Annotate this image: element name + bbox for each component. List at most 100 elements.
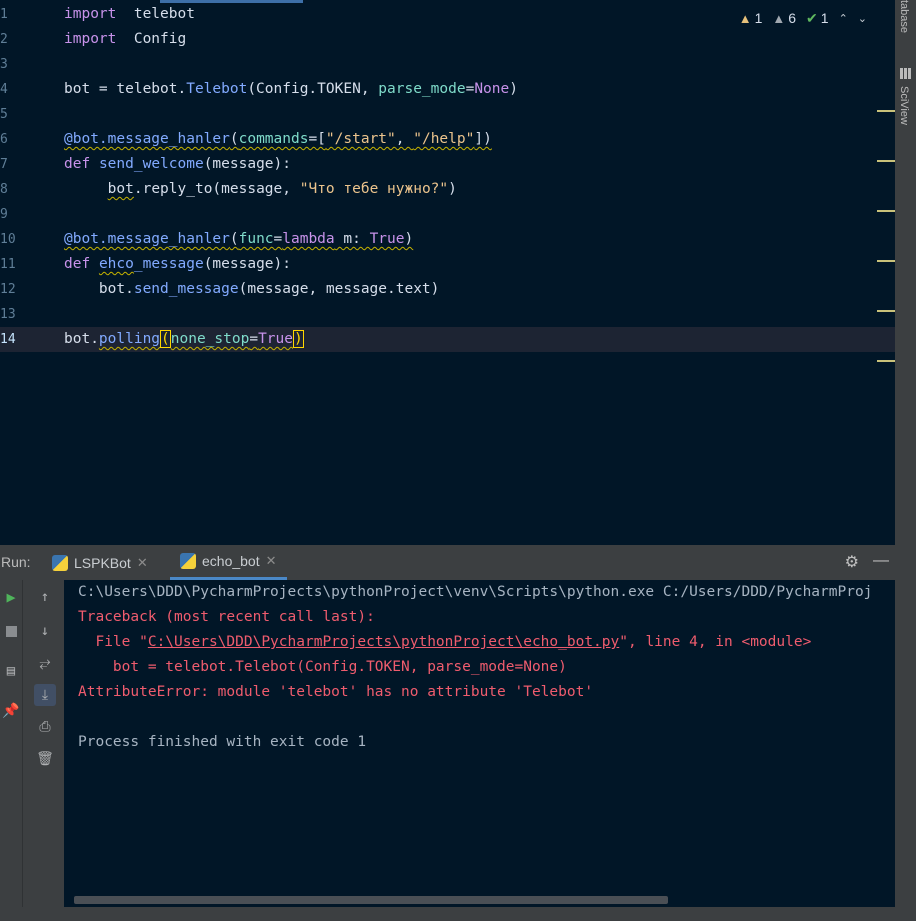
code-token: bot.	[64, 331, 99, 347]
warning-icon: ▲	[738, 10, 752, 26]
line-number: 9	[0, 207, 8, 222]
trash-icon: 🗑	[36, 751, 54, 767]
line-number: 3	[0, 57, 8, 72]
close-icon[interactable]: ✕	[266, 553, 277, 569]
console-file-line: File "C:\Users\DDD\PycharmProjects\pytho…	[78, 630, 811, 655]
stripe-mark[interactable]	[877, 310, 895, 312]
code-token: parse_mode	[378, 81, 466, 97]
code-text: @bot.message_hanler(func=lambda m: True)	[64, 227, 413, 252]
code-token: (	[229, 131, 239, 147]
clear-button[interactable]: 🗑	[34, 748, 56, 770]
code-editor[interactable]: 1 import telebot 2 import Config 3 4 bot = tel…	[0, 0, 895, 545]
code-token: def	[64, 256, 91, 272]
status-bar	[0, 907, 895, 921]
code-line[interactable]: 7 def send_welcome(message):	[0, 152, 895, 177]
layout-icon: ▤	[6, 663, 16, 679]
scroll-to-end-button[interactable]: ⤓	[34, 684, 56, 706]
code-token: ,	[395, 131, 414, 147]
code-line[interactable]: 4 bot = telebot.Telebot(Config.TOKEN, par…	[0, 77, 895, 102]
code-line[interactable]: 14 bot.polling(none_stop=True)	[0, 327, 895, 352]
line-number: 12	[0, 282, 16, 297]
stripe-mark[interactable]	[877, 210, 895, 212]
chevron-down-icon[interactable]: ⌄	[858, 12, 867, 25]
database-tool-button[interactable]: tabase	[898, 0, 910, 33]
typo-check-icon: ✔	[806, 9, 818, 26]
code-line[interactable]: 3	[0, 52, 895, 77]
soft-wrap-button[interactable]: ⥂	[34, 652, 56, 674]
stripe-mark[interactable]	[877, 260, 895, 262]
code-token: True	[258, 331, 293, 347]
code-token: =	[273, 231, 283, 247]
run-console[interactable]: C:\Users\DDD\PycharmProjects\pythonProje…	[64, 580, 895, 907]
code-token: "/start"	[325, 131, 396, 147]
code-text: @bot.message_hanler(commands=["/start", …	[64, 127, 492, 152]
line-number: 4	[0, 82, 8, 97]
run-label: Run:	[1, 554, 31, 570]
right-tool-strip: tabase SciView	[895, 0, 916, 921]
weak-warning-icon: ▲	[772, 10, 786, 26]
code-token: bot	[107, 181, 134, 197]
code-line[interactable]: 6 @bot.message_hanler(commands=["/start",…	[0, 127, 895, 152]
code-token: Config	[116, 31, 187, 47]
code-token: True	[369, 231, 405, 247]
layout-button[interactable]: ▤	[0, 660, 22, 682]
stripe-mark[interactable]	[877, 360, 895, 362]
code-token: bot.	[64, 281, 134, 297]
line-number: 6	[0, 132, 8, 147]
file-link[interactable]: C:\Users\DDD\PycharmProjects\pythonProje…	[148, 634, 619, 650]
line-number: 5	[0, 107, 8, 122]
code-line[interactable]: 8 bot.reply_to(message, "Что тебе нужно?…	[0, 177, 895, 202]
typos-indicator[interactable]: ✔ 1	[806, 10, 829, 27]
stop-button[interactable]	[0, 620, 22, 642]
code-token: @bot.message_hanler	[64, 231, 230, 247]
close-icon[interactable]: ✕	[137, 555, 148, 571]
code-token: Telebot	[186, 81, 248, 97]
stripe-mark[interactable]	[877, 110, 895, 112]
soft-wrap-icon: ⥂	[39, 655, 51, 671]
run-tab-echo-bot[interactable]: echo_bot ✕	[170, 545, 287, 580]
code-token: lambda	[282, 231, 335, 247]
console-error: AttributeError: module 'telebot' has no …	[78, 684, 594, 700]
console-traceback: Traceback (most recent call last):	[78, 609, 375, 625]
code-line[interactable]: 5	[0, 102, 895, 127]
code-line[interactable]: 12 bot.send_message(message, message.tex…	[0, 277, 895, 302]
code-line[interactable]: 2 import Config	[0, 27, 895, 52]
rerun-button[interactable]: ▶	[0, 586, 22, 608]
file-suffix: ", line 4, in <module>	[619, 634, 812, 650]
minimize-icon[interactable]: —	[873, 552, 889, 572]
gear-icon[interactable]: ⚙	[845, 552, 859, 572]
horizontal-scrollbar[interactable]	[74, 896, 668, 904]
sciview-tool-button[interactable]: SciView	[898, 86, 910, 125]
code-token: def	[64, 156, 91, 172]
line-number: 14	[0, 332, 16, 347]
code-line[interactable]: 9	[0, 202, 895, 227]
code-text: bot = telebot.Telebot(Config.TOKEN, pars…	[64, 77, 518, 102]
print-button[interactable]: ⎙	[34, 716, 56, 738]
file-prefix: File "	[78, 634, 148, 650]
scroll-down-button[interactable]: ↓	[34, 620, 56, 642]
chevron-up-icon[interactable]: ⌃	[839, 12, 848, 25]
pin-button[interactable]: 📌	[0, 700, 22, 722]
run-tab-lspkbot[interactable]: LSPKBot ✕	[52, 545, 148, 580]
code-token: )	[293, 330, 304, 348]
code-token: None	[474, 81, 510, 97]
arrow-down-icon: ↓	[40, 623, 50, 639]
code-token: (	[229, 231, 239, 247]
scroll-up-button[interactable]: ↑	[34, 586, 56, 608]
line-number: 7	[0, 157, 8, 172]
code-line[interactable]: 11 def ehco_message(message):	[0, 252, 895, 277]
code-token: m:	[334, 231, 370, 247]
weak-warnings-indicator[interactable]: ▲ 6	[772, 10, 796, 26]
code-line[interactable]: 13	[0, 302, 895, 327]
code-line[interactable]: 10 @bot.message_hanler(func=lambda m: Tru…	[0, 227, 895, 252]
code-token: =[	[308, 131, 326, 147]
inspection-widget[interactable]: ▲ 1 ▲ 6 ✔ 1 ⌃ ⌄	[739, 8, 867, 28]
warnings-indicator[interactable]: ▲ 1	[739, 10, 763, 26]
code-token: send_message	[133, 281, 239, 297]
error-stripe[interactable]	[877, 0, 895, 545]
stripe-mark[interactable]	[877, 160, 895, 162]
typos-count: 1	[820, 10, 829, 26]
code-token: none_stop	[170, 331, 250, 347]
